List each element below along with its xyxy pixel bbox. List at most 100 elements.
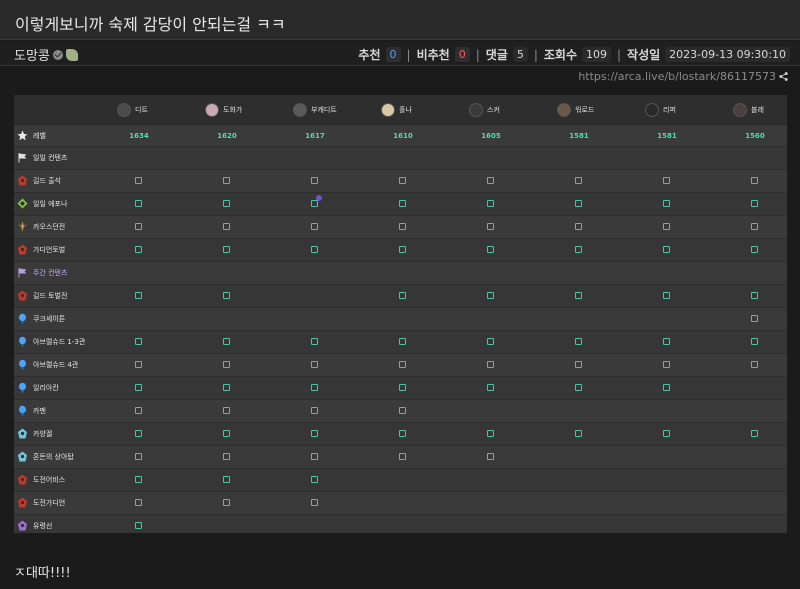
check-cell[interactable] [207, 216, 247, 238]
task-checkbox[interactable] [223, 407, 230, 414]
check-cell[interactable] [295, 193, 335, 215]
check-cell[interactable] [295, 331, 335, 353]
check-cell[interactable] [119, 354, 159, 376]
check-cell[interactable] [207, 469, 247, 491]
check-cell[interactable] [647, 423, 687, 445]
task-checkbox[interactable] [751, 177, 758, 184]
task-checkbox[interactable] [399, 177, 406, 184]
task-checkbox[interactable] [135, 384, 142, 391]
task-checkbox[interactable] [399, 430, 406, 437]
check-cell[interactable] [471, 354, 511, 376]
check-cell[interactable] [207, 331, 247, 353]
task-checkbox[interactable] [399, 200, 406, 207]
check-cell[interactable] [207, 354, 247, 376]
check-cell[interactable] [735, 331, 775, 353]
task-checkbox[interactable] [311, 384, 318, 391]
task-checkbox[interactable] [311, 177, 318, 184]
task-checkbox[interactable] [311, 453, 318, 460]
check-cell[interactable] [383, 354, 423, 376]
check-cell[interactable] [295, 354, 335, 376]
check-cell[interactable] [119, 492, 159, 514]
task-checkbox[interactable] [399, 338, 406, 345]
task-checkbox[interactable] [311, 430, 318, 437]
check-cell[interactable] [559, 239, 599, 261]
check-cell[interactable] [207, 170, 247, 192]
task-checkbox[interactable] [575, 361, 582, 368]
check-cell[interactable] [471, 285, 511, 307]
task-checkbox[interactable] [135, 223, 142, 230]
task-checkbox[interactable] [751, 338, 758, 345]
check-cell[interactable] [471, 239, 511, 261]
task-checkbox[interactable] [663, 292, 670, 299]
check-cell[interactable] [207, 377, 247, 399]
check-cell[interactable] [735, 239, 775, 261]
task-checkbox[interactable] [399, 246, 406, 253]
check-cell[interactable] [559, 216, 599, 238]
task-checkbox[interactable] [135, 338, 142, 345]
task-checkbox[interactable] [223, 499, 230, 506]
task-checkbox[interactable] [663, 177, 670, 184]
task-checkbox[interactable] [575, 292, 582, 299]
task-checkbox[interactable] [311, 361, 318, 368]
check-cell[interactable] [119, 193, 159, 215]
check-cell[interactable] [207, 492, 247, 514]
check-cell[interactable] [735, 193, 775, 215]
check-cell[interactable] [207, 193, 247, 215]
task-checkbox[interactable] [399, 453, 406, 460]
check-cell[interactable] [119, 285, 159, 307]
check-cell[interactable] [383, 216, 423, 238]
task-checkbox[interactable] [487, 361, 494, 368]
check-cell[interactable] [119, 331, 159, 353]
check-cell[interactable] [207, 285, 247, 307]
check-cell[interactable] [471, 193, 511, 215]
task-checkbox[interactable] [399, 407, 406, 414]
task-checkbox[interactable] [135, 476, 142, 483]
task-checkbox[interactable] [311, 200, 318, 207]
check-cell[interactable] [647, 354, 687, 376]
check-cell[interactable] [735, 285, 775, 307]
check-cell[interactable] [559, 331, 599, 353]
task-checkbox[interactable] [663, 430, 670, 437]
check-cell[interactable] [735, 216, 775, 238]
check-cell[interactable] [207, 400, 247, 422]
check-cell[interactable] [383, 331, 423, 353]
task-checkbox[interactable] [311, 407, 318, 414]
task-checkbox[interactable] [399, 384, 406, 391]
task-checkbox[interactable] [487, 453, 494, 460]
task-checkbox[interactable] [311, 476, 318, 483]
task-checkbox[interactable] [751, 246, 758, 253]
task-checkbox[interactable] [751, 361, 758, 368]
check-cell[interactable] [647, 216, 687, 238]
check-cell[interactable] [471, 331, 511, 353]
share-icon[interactable] [779, 72, 788, 81]
check-cell[interactable] [647, 193, 687, 215]
check-cell[interactable] [295, 423, 335, 445]
post-url-link[interactable]: https://arca.live/b/lostark/86117573 [578, 70, 776, 83]
check-cell[interactable] [383, 423, 423, 445]
task-checkbox[interactable] [751, 430, 758, 437]
task-checkbox[interactable] [663, 384, 670, 391]
task-checkbox[interactable] [223, 246, 230, 253]
check-cell[interactable] [559, 193, 599, 215]
task-checkbox[interactable] [751, 200, 758, 207]
check-cell[interactable] [119, 377, 159, 399]
check-cell[interactable] [119, 170, 159, 192]
check-cell[interactable] [119, 216, 159, 238]
task-checkbox[interactable] [487, 292, 494, 299]
task-checkbox[interactable] [575, 384, 582, 391]
check-cell[interactable] [207, 239, 247, 261]
check-cell[interactable] [383, 239, 423, 261]
check-cell[interactable] [207, 423, 247, 445]
task-checkbox[interactable] [223, 476, 230, 483]
task-checkbox[interactable] [487, 430, 494, 437]
task-checkbox[interactable] [575, 177, 582, 184]
check-cell[interactable] [559, 423, 599, 445]
check-cell[interactable] [647, 170, 687, 192]
task-checkbox[interactable] [663, 338, 670, 345]
check-cell[interactable] [383, 193, 423, 215]
task-checkbox[interactable] [663, 200, 670, 207]
task-checkbox[interactable] [223, 292, 230, 299]
task-checkbox[interactable] [663, 246, 670, 253]
check-cell[interactable] [295, 492, 335, 514]
task-checkbox[interactable] [135, 522, 142, 529]
